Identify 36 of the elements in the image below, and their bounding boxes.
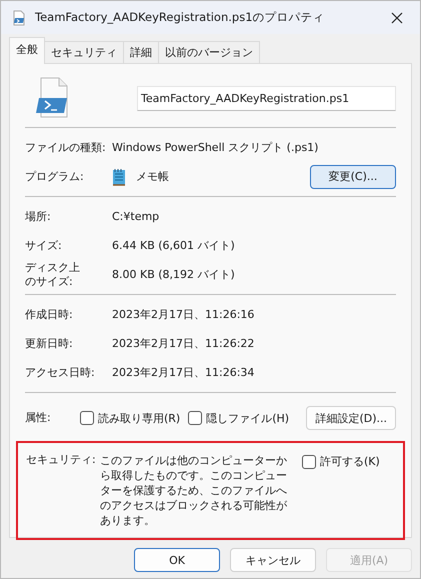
- field-label: ディスク上のサイズ:: [25, 260, 81, 288]
- field-value: 2023年2月17日、11:26:34: [112, 365, 254, 380]
- field-value: 8.00 KB (8,192 バイト): [112, 267, 235, 282]
- field-value: Windows PowerShell スクリプト (.ps1): [112, 140, 318, 155]
- change-button[interactable]: 変更(C)...: [310, 164, 396, 188]
- checkbox-label[interactable]: 隠しファイル(H): [206, 410, 290, 426]
- field-value: 2023年2月17日、11:26:22: [112, 336, 254, 351]
- field-value: 2023年2月17日、11:26:16: [112, 307, 254, 322]
- field-value: 6.44 KB (6,601 バイト): [112, 238, 235, 253]
- security-message: このファイルは他のコンピューターから取得したものです。このコンピューターを保護するため、このファイルへのアクセスはブロックされる可能性があります。: [100, 453, 288, 528]
- tab[interactable]: 以前のバージョン: [158, 41, 260, 63]
- file-name-field[interactable]: TeamFactory_AADKeyRegistration.ps1: [137, 86, 396, 110]
- checkbox[interactable]: [188, 411, 202, 425]
- notepad-icon: [112, 168, 126, 186]
- advanced-button[interactable]: 詳細設定(D)...: [306, 406, 396, 430]
- script-file-icon: [11, 10, 27, 26]
- checkbox[interactable]: [80, 411, 94, 425]
- field-value: C:¥temp: [112, 210, 160, 223]
- checkbox-label[interactable]: 読み取り専用(R): [98, 410, 180, 426]
- field-label: アクセス日時:: [25, 366, 96, 380]
- dialog-button[interactable]: キャンセル: [230, 548, 316, 572]
- dialog-button[interactable]: OK: [134, 548, 220, 572]
- checkbox[interactable]: [302, 454, 316, 468]
- field-label: 場所:: [25, 210, 52, 224]
- field-label: サイズ:: [25, 238, 63, 252]
- close-icon[interactable]: [391, 12, 403, 24]
- field-label: 作成日時:: [25, 308, 74, 322]
- checkbox-label[interactable]: 許可する(K): [320, 454, 380, 469]
- field-label: 属性:: [25, 411, 52, 425]
- field-label: セキュリティ:: [26, 453, 96, 467]
- field-label: ファイルの種類:: [25, 140, 107, 154]
- field-value: メモ帳: [136, 169, 170, 184]
- window-title: TeamFactory_AADKeyRegistration.ps1のプロパティ: [35, 10, 326, 25]
- tab[interactable]: 全般: [9, 37, 45, 64]
- field-label: プログラム:: [25, 170, 85, 184]
- field-label: 更新日時:: [25, 336, 74, 350]
